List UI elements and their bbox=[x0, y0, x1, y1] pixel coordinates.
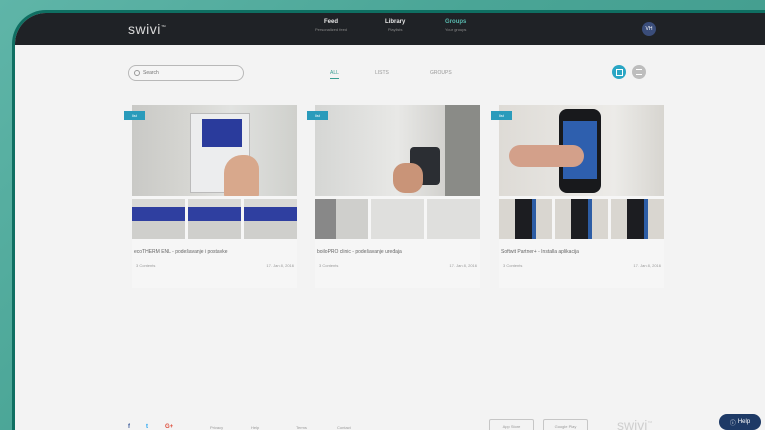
list-view-button[interactable] bbox=[632, 65, 646, 79]
list-badge: list bbox=[307, 111, 328, 120]
card-1[interactable]: list ecoTHERM ENL - podešavanje i postav… bbox=[124, 105, 297, 288]
thumbnail[interactable] bbox=[555, 199, 608, 239]
grid-view-button[interactable] bbox=[612, 65, 626, 79]
card-title[interactable]: boiloPRO clinic - podešavanje uređaja bbox=[317, 249, 402, 255]
app-frame: swivi™ Feed Personalized feed Library Pl… bbox=[12, 10, 765, 430]
thumbnail[interactable] bbox=[611, 199, 664, 239]
filter-lists[interactable]: LISTS bbox=[375, 70, 389, 76]
help-button[interactable]: ⓘ Help bbox=[719, 414, 761, 430]
footer-link-contact[interactable]: Contact bbox=[337, 425, 351, 430]
search-icon bbox=[134, 70, 140, 76]
logo[interactable]: swivi™ bbox=[128, 21, 166, 37]
card-3-thumbnails bbox=[499, 199, 664, 239]
google-plus-icon[interactable]: G+ bbox=[165, 424, 173, 430]
thumbnail[interactable] bbox=[499, 199, 552, 239]
thumbnail[interactable] bbox=[132, 199, 185, 239]
filter-all[interactable]: ALL bbox=[330, 70, 339, 79]
thumbnail-placeholder bbox=[371, 199, 424, 239]
footer-link-terms[interactable]: Terms bbox=[296, 425, 307, 430]
card-meta: 3 Contents 17. Jan 8, 2016 bbox=[319, 263, 477, 268]
nav-feed[interactable]: Feed Personalized feed bbox=[315, 19, 347, 32]
nav-groups[interactable]: Groups Your groups bbox=[445, 19, 466, 32]
card-1-thumbnails bbox=[132, 199, 297, 239]
card-2[interactable]: list boiloPRO clinic - podešavanje uređa… bbox=[307, 105, 480, 288]
footer-logo: swivi™ bbox=[617, 417, 653, 430]
card-title[interactable]: ecoTHERM ENL - podešavanje i postavke bbox=[134, 249, 227, 255]
thumbnail[interactable] bbox=[315, 199, 368, 239]
card-meta: 3 Contents 17. Jan 8, 2016 bbox=[136, 263, 294, 268]
card-title[interactable]: Softwit Partner+ - Installa aplikacija bbox=[501, 249, 579, 255]
thumbnail-placeholder bbox=[427, 199, 480, 239]
help-icon: ⓘ bbox=[729, 420, 736, 427]
search-box[interactable] bbox=[128, 65, 244, 81]
card-2-thumbnails bbox=[315, 199, 480, 239]
top-bar: swivi™ Feed Personalized feed Library Pl… bbox=[15, 13, 765, 45]
google-play-badge[interactable]: Google Play bbox=[543, 419, 588, 430]
facebook-icon[interactable]: f bbox=[128, 424, 130, 430]
list-badge: list bbox=[124, 111, 145, 120]
search-input[interactable] bbox=[143, 70, 233, 76]
filter-groups[interactable]: GROUPS bbox=[430, 70, 452, 76]
twitter-icon[interactable]: t bbox=[146, 424, 148, 430]
app-store-badge[interactable]: App Store bbox=[489, 419, 534, 430]
list-badge: list bbox=[491, 111, 512, 120]
avatar[interactable]: VH bbox=[642, 22, 656, 36]
nav-library[interactable]: Library Playlists bbox=[385, 19, 405, 32]
card-3[interactable]: list Softwit Partner+ - Installa aplikac… bbox=[491, 105, 664, 288]
thumbnail[interactable] bbox=[244, 199, 297, 239]
footer-link-privacy[interactable]: Privacy bbox=[210, 425, 223, 430]
card-2-cover-image[interactable] bbox=[315, 105, 480, 196]
card-meta: 3 Contents 17. Jan 8, 2016 bbox=[503, 263, 661, 268]
card-3-cover-image[interactable] bbox=[499, 105, 664, 196]
card-1-cover-image[interactable] bbox=[132, 105, 297, 196]
footer-link-help[interactable]: Help bbox=[251, 425, 259, 430]
thumbnail[interactable] bbox=[188, 199, 241, 239]
